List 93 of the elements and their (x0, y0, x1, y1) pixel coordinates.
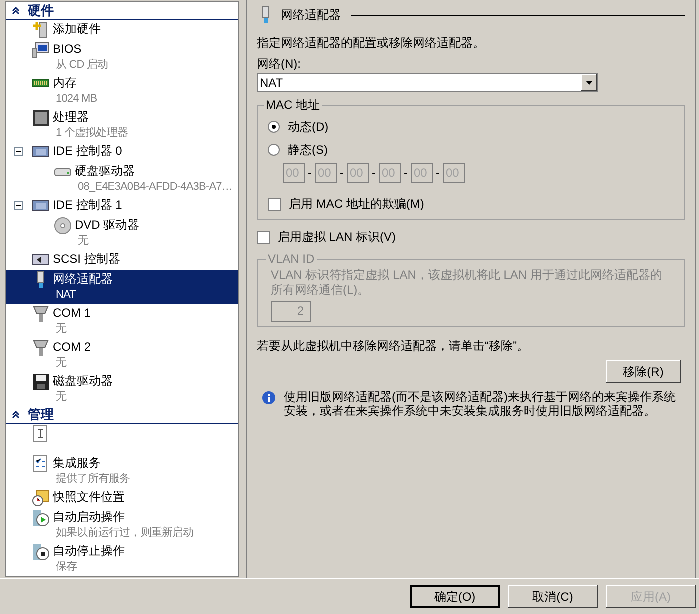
tree-item[interactable]: IDE 控制器 0 (6, 142, 238, 162)
serial-port-icon (32, 339, 50, 357)
tree-item[interactable]: IDE 控制器 1 (6, 196, 238, 216)
item-name: DVD 驱动器 (75, 217, 140, 233)
info-text: 使用旧版网络适配器(而不是该网络适配器)来执行基于网络的来宾操作系统安装，或者在来宾操作系统中未安装集成服务时使用旧版网络适配器。 (284, 390, 677, 418)
group-title: VLAN ID (266, 252, 317, 266)
tree-item[interactable]: 快照文件位置 (6, 488, 238, 508)
tree-item[interactable]: 添加硬件 (6, 20, 238, 40)
checkbox-label: 启用 MAC 地址的欺骗(M) (289, 196, 424, 213)
checkbox-label: 启用虚拟 LAN 标识(V) (278, 229, 396, 246)
item-name: SCSI 控制器 (53, 251, 120, 267)
tree-item[interactable]: 内存 1024 MB (6, 74, 238, 108)
monitor-icon (32, 41, 50, 59)
item-name: 集成服务 (53, 455, 102, 471)
tree-item[interactable]: DVD 驱动器 无 (6, 216, 238, 250)
dropdown-arrow-icon[interactable] (586, 80, 592, 84)
item-name: 快照文件位置 (53, 489, 125, 505)
tree-item[interactable]: BIOS 从 CD 启动 (6, 40, 238, 74)
tree-item[interactable]: SCSI 控制器 (6, 250, 238, 270)
item-detail: 1 个虚拟处理器 (55, 126, 128, 141)
collapse-icon[interactable] (14, 146, 23, 156)
section-title: 硬件 (28, 2, 54, 20)
item-name: 磁盘驱动器 (53, 373, 113, 389)
item-name: 内存 (53, 75, 78, 91)
tree-item[interactable]: 处理器 1 个虚拟处理器 (6, 108, 238, 142)
item-detail: 无 (77, 234, 90, 249)
item-name: 网络适配器 (53, 271, 113, 287)
checkbox[interactable] (257, 230, 270, 244)
tree-item[interactable]: 自动启动操作 如果以前运行过，则重新启动 (6, 508, 238, 542)
checkbox[interactable] (268, 198, 281, 210)
item-name: COM 1 (53, 305, 92, 321)
info-icon (262, 391, 276, 405)
item-detail: 无 (55, 390, 68, 405)
dialog-button[interactable]: 确定(O) (410, 585, 500, 608)
item-detail: 提供了所有服务 (55, 472, 130, 487)
item-name: IDE 控制器 1 (53, 197, 122, 213)
item-detail: 从 CD 启动 (55, 58, 108, 73)
radio-label: 静态(S) (288, 142, 328, 158)
item-name: 处理器 (53, 109, 90, 125)
processor-icon (32, 109, 50, 127)
section-header[interactable]: 管理 (6, 406, 238, 424)
tree-item[interactable]: 自动停止操作 保存 (6, 542, 238, 576)
item-name: COM 2 (53, 339, 92, 355)
item-detail: 1024 MB (55, 92, 98, 107)
radio-label: 动态(D) (288, 118, 329, 136)
dialog-button[interactable]: 取消(C) (508, 585, 598, 608)
tree-item[interactable]: COM 2 无 (6, 338, 238, 372)
description-text: 指定网络适配器的配置或移除网络适配器。 (257, 35, 486, 52)
group-title: MAC 地址 (264, 98, 322, 112)
panel-title: 网络适配器 (281, 7, 341, 24)
disc-icon (54, 217, 72, 235)
tree-item[interactable]: 集成服务 提供了所有服务 (6, 454, 238, 488)
item-name: 自动停止操作 (53, 543, 125, 559)
item-name: IDE 控制器 0 (53, 143, 122, 159)
play-icon (32, 509, 50, 527)
collapse-icon[interactable] (14, 200, 23, 210)
separator-dash: - (436, 165, 440, 182)
tree-item[interactable]: 磁盘驱动器 无 (6, 372, 238, 406)
serial-port-icon (32, 305, 50, 323)
separator-dash: - (372, 165, 376, 182)
checklist-icon (32, 455, 50, 473)
vlan-description: VLAN 标识符指定虚拟 LAN，该虚拟机将此 LAN 用于通过此网络适配器的所有网络通信(L)。 (271, 268, 664, 298)
item-detail: 无 (55, 356, 68, 371)
section-header[interactable]: 硬件 (6, 2, 238, 20)
hardware-add-icon (32, 21, 50, 39)
text-document-icon (32, 425, 50, 443)
collapse-chevron-icon[interactable] (12, 410, 20, 418)
tree-item[interactable]: 网络适配器 NAT (6, 270, 238, 304)
item-detail: 08_E4E3A0B4-AFDD-4A3B-A7… (77, 180, 232, 195)
dropdown-value: NAT (260, 74, 284, 92)
separator-dash: - (308, 165, 312, 182)
radio-button[interactable] (268, 120, 280, 132)
network-label: 网络(N): (257, 56, 302, 73)
item-name: 硬盘驱动器 (75, 163, 136, 179)
remove-instruction: 若要从此虚拟机中移除网络适配器，请单击“移除”。 (257, 338, 530, 355)
tree-item[interactable]: 硬盘驱动器 08_E4E3A0B4-AFDD-4A3B-A7… (6, 162, 238, 196)
item-detail: 如果以前运行过，则重新启动 (55, 526, 194, 541)
item-detail: 无 (55, 322, 68, 337)
stop-icon (32, 543, 50, 561)
separator-dash: - (404, 165, 408, 182)
item-name: BIOS (53, 41, 83, 57)
separator-dash: - (340, 165, 344, 182)
radio-button[interactable] (268, 144, 280, 156)
item-detail: NAT (55, 288, 78, 303)
network-dropdown[interactable]: NAT (257, 73, 598, 92)
remove-button[interactable]: 移除(R) (606, 360, 681, 383)
tree-item[interactable]: COM 1 无 (6, 304, 238, 338)
section-title: 管理 (28, 406, 54, 424)
folder-clock-icon (32, 489, 50, 507)
collapse-chevron-icon[interactable] (12, 6, 20, 14)
item-name: 添加硬件 (53, 21, 101, 37)
item-name: 自动启动操作 (53, 509, 126, 525)
item-detail: 保存 (55, 560, 78, 575)
